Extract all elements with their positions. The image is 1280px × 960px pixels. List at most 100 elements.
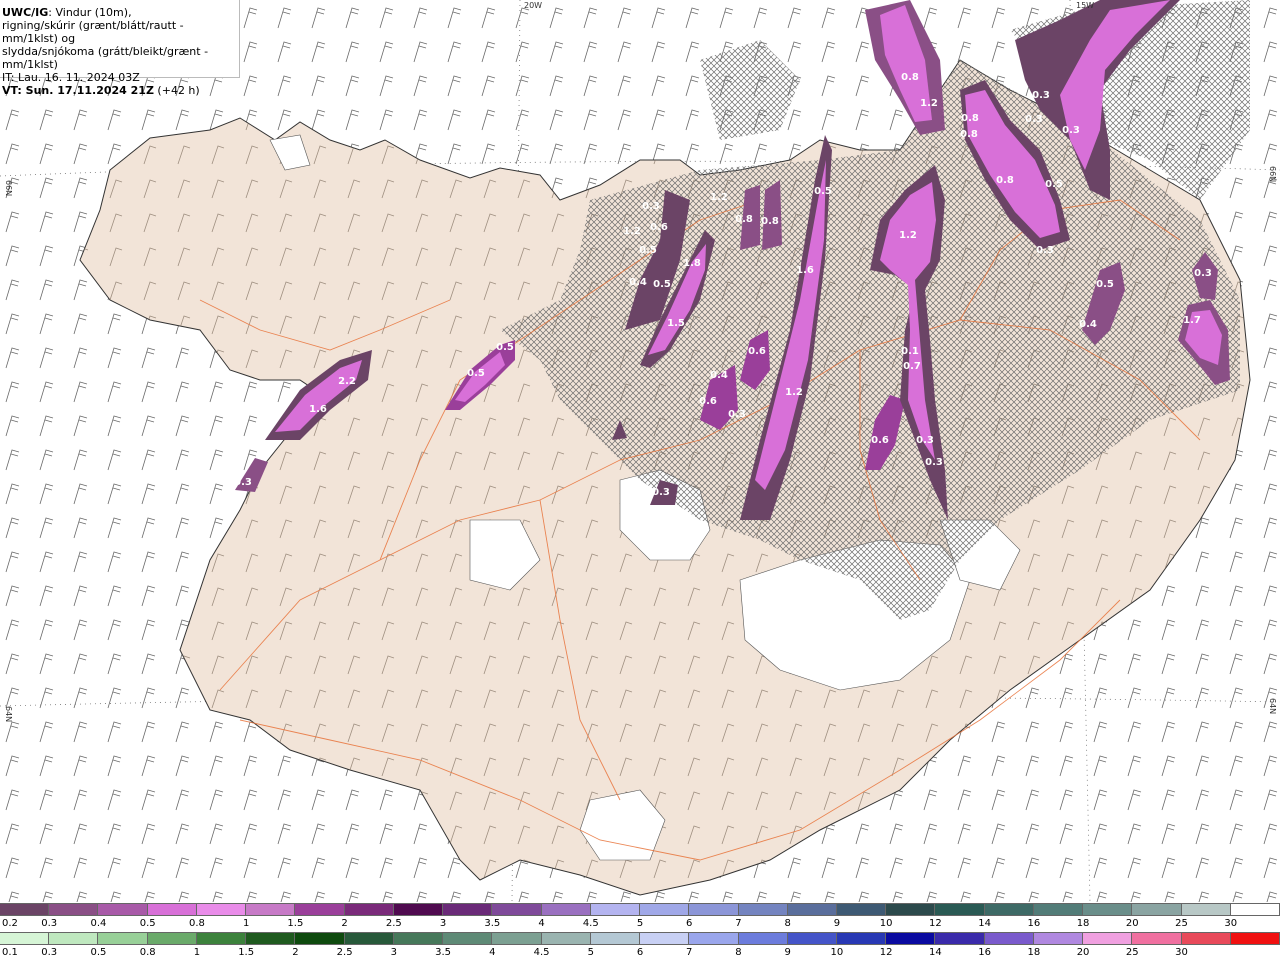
legend-label: 1 (193, 947, 201, 958)
legend-label: 0.3 (41, 918, 58, 929)
precip-label: 0.3 (925, 457, 943, 468)
legend-swatch (1181, 904, 1231, 915)
legend-label: 8 (784, 918, 791, 929)
precip-label: 0.3 (1062, 125, 1080, 136)
legend-swatch (935, 904, 985, 915)
precip-label: 1.8 (683, 258, 701, 269)
legend-swatch (344, 933, 394, 944)
legend-swatch (49, 933, 99, 944)
legend-swatch (935, 933, 985, 944)
legend-label: 10 (879, 918, 893, 929)
legend-swatch (984, 933, 1034, 944)
legend-label: 9 (833, 918, 841, 929)
precip-label: 1.2 (710, 192, 728, 203)
precip-label: 0.3 (1025, 114, 1043, 125)
legend-label: 4.5 (582, 918, 599, 929)
legend-label: 18 (1027, 947, 1041, 958)
legend-label: 0.3 (41, 947, 58, 958)
precip-label: 1.7 (1183, 315, 1201, 326)
legend-swatch (196, 933, 247, 944)
legend-label: 0.8 (188, 918, 205, 929)
legend-snow-swatches (0, 903, 1280, 916)
precip-label: 0.3 (642, 201, 660, 212)
precip-label: 0.3 (1036, 245, 1054, 256)
precip-label: 0.5 (1096, 279, 1114, 290)
legend-label: 18 (1076, 918, 1090, 929)
legend-swatch (147, 904, 197, 915)
lat-label: 66N (4, 180, 13, 196)
legend-label: 2.5 (336, 947, 353, 958)
legend-label: 3.5 (435, 947, 452, 958)
legend-label: 3.5 (484, 918, 501, 929)
precip-label: 0.5 (653, 279, 671, 290)
legend-swatch (689, 933, 739, 944)
precip-label: 0.3 (1194, 268, 1212, 279)
legend-swatch (1033, 904, 1084, 915)
legend-swatch (147, 933, 197, 944)
legend-label: 16 (1027, 918, 1041, 929)
legend-swatch (836, 933, 887, 944)
legend-label: 0.2 (2, 918, 18, 929)
legend-swatch (886, 904, 936, 915)
info-snow-desc: slydda/snjókoma (grátt/bleikt/grænt - mm… (2, 45, 209, 71)
legend-swatch (541, 904, 591, 915)
precip-label: 0.4 (629, 277, 647, 288)
legend-swatch (640, 933, 690, 944)
precip-label: 0.5 (1045, 179, 1063, 190)
precip-label: 0.5 (814, 186, 832, 197)
info-rain-desc: rigning/skúrir (grænt/blátt/rautt - mm/1… (2, 19, 184, 45)
precip-label: 1.2 (920, 98, 938, 109)
precip-label: 0.3 (234, 477, 252, 488)
legend-swatch (1132, 904, 1182, 915)
legend-swatch (787, 904, 837, 915)
legend-swatch (590, 933, 641, 944)
legend-label: 20 (1125, 918, 1139, 929)
legend-label: 8 (735, 947, 742, 958)
legend-label: 6 (686, 918, 693, 929)
legend-label: 1 (242, 918, 250, 929)
legend-swatch (836, 904, 887, 915)
color-legend: 0.2 0.3 0.4 0.5 0.8 1 1.5 2 2.5 3 3.5 4 4.5 5 6 7 8 9 10 12… (0, 902, 1280, 960)
legend-swatch (984, 904, 1034, 915)
precip-label: 1.2 (785, 387, 803, 398)
legend-swatch (393, 933, 444, 944)
legend-label: 2 (341, 918, 348, 929)
precip-label: 2.2 (338, 376, 356, 387)
precip-label: 0.3 (1032, 90, 1050, 101)
lat-label: 64N (1268, 698, 1277, 714)
legend-snow-labels: 0.2 0.3 0.4 0.5 0.8 1 1.5 2 2.5 3 3.5 4 4.5 5 6 7 8 9 10 12… (0, 918, 1280, 931)
legend-label: 4 (538, 918, 545, 929)
legend-swatch (1083, 904, 1133, 915)
legend-swatch (787, 933, 837, 944)
legend-label: 14 (929, 947, 942, 958)
precip-label: 0.8 (960, 129, 978, 140)
legend-label: 1.5 (238, 947, 255, 958)
legend-label: 30 (1175, 947, 1188, 958)
precip-label: 0.3 (916, 435, 934, 446)
legend-label: 7 (735, 918, 742, 929)
legend-label: 2.5 (385, 918, 402, 929)
legend-label: 5 (636, 918, 644, 929)
legend-swatch (98, 933, 148, 944)
legend-label: 0.8 (139, 947, 156, 958)
legend-label: 25 (1175, 918, 1188, 929)
lon-label: 15W (1076, 1, 1094, 10)
legend-swatch (640, 904, 690, 915)
legend-label: 0.1 (2, 947, 18, 958)
legend-label: 25 (1125, 947, 1139, 958)
lat-label: 66N (1268, 166, 1277, 182)
precip-label: 0.4 (1079, 319, 1097, 330)
legend-swatch (1083, 933, 1133, 944)
legend-label: 9 (784, 947, 791, 958)
precip-label: 1.2 (899, 230, 917, 241)
weather-map: 2.2 1.6 0.3 0.5 0.5 0.3 0.6 1.2 0.5 0.4 … (0, 0, 1280, 902)
legend-swatch (1230, 933, 1280, 944)
precip-label: 0.3 (652, 487, 670, 498)
legend-rain-labels: 0.1 0.3 0.5 0.8 1 1.5 2 2.5 3 3.5 4 4.5 5 6 7 8 9 10 12 14 1… (0, 947, 1280, 960)
legend-swatch (1230, 904, 1280, 915)
legend-swatch (98, 904, 148, 915)
legend-swatch (246, 904, 296, 915)
legend-swatch (295, 933, 345, 944)
legend-label: 0.4 (90, 918, 107, 929)
precip-label: 0.5 (467, 368, 485, 379)
